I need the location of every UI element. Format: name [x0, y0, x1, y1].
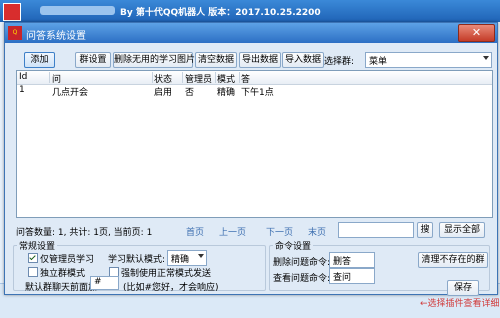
- qa-table[interactable]: Id 问 状态 管理员 模式 答 1 几点开会 启用 否 精确 下午1点: [16, 70, 493, 218]
- command-settings-title: 命令设置: [273, 239, 314, 252]
- independent-group-label: 独立群模式: [40, 269, 86, 279]
- col-header-answer[interactable]: 答: [239, 72, 491, 85]
- cell-status: 启用: [154, 88, 173, 98]
- view-command-input[interactable]: 查问: [329, 268, 375, 284]
- first-page-link[interactable]: 首页: [186, 225, 204, 238]
- delete-command-label: 删除问题命令:: [273, 258, 331, 268]
- prev-page-link[interactable]: 上一页: [219, 225, 246, 238]
- cell-answer: 下午1点: [241, 88, 274, 98]
- group-settings-button[interactable]: 群设置: [75, 52, 111, 68]
- main-title-bar: By 第十代QQ机器人 版本：2017.10.25.2200: [0, 0, 500, 22]
- view-command-label: 查看问题命令:: [273, 274, 331, 284]
- prefix-input[interactable]: #: [90, 276, 119, 290]
- col-header-admin[interactable]: 管理员: [183, 72, 216, 85]
- clear-data-button[interactable]: 清空数据: [195, 52, 237, 68]
- export-data-button[interactable]: 导出数据: [239, 52, 281, 68]
- cell-mode: 精确: [217, 88, 236, 98]
- last-page-link[interactable]: 末页: [308, 225, 326, 238]
- chevron-down-icon: [198, 254, 204, 258]
- admin-only-checkbox[interactable]: [28, 253, 38, 263]
- search-input[interactable]: [338, 222, 414, 238]
- learn-mode-label: 学习默认模式:: [108, 255, 166, 265]
- import-data-button[interactable]: 导入数据: [282, 52, 324, 68]
- blurred-account: [40, 6, 115, 15]
- dialog-title: 问答系统设置: [26, 31, 86, 42]
- save-button[interactable]: 保存: [447, 280, 479, 296]
- table-header: Id 问 状态 管理员 模式 答: [17, 71, 492, 85]
- add-button[interactable]: 添加: [24, 52, 55, 68]
- learn-mode-select[interactable]: 精确: [167, 250, 207, 266]
- delete-unused-images-button[interactable]: 删除无用的学习图片: [113, 52, 195, 68]
- search-button[interactable]: 搜: [417, 222, 433, 238]
- learn-mode-value: 精确: [171, 255, 190, 265]
- dialog-app-icon: Q: [8, 26, 22, 40]
- group-select[interactable]: 菜单: [365, 52, 492, 68]
- prefix-value: #: [94, 277, 102, 287]
- independent-group-checkbox[interactable]: [28, 267, 38, 277]
- select-group-label: 选择群:: [324, 57, 355, 67]
- group-select-value: 菜单: [369, 57, 388, 67]
- col-header-status[interactable]: 状态: [152, 72, 183, 85]
- chevron-down-icon: [483, 56, 489, 60]
- app-logo-icon: [3, 3, 21, 21]
- admin-only-label: 仅管理员学习: [40, 255, 95, 265]
- delete-command-value: 删答: [333, 257, 352, 267]
- show-all-button[interactable]: 显示全部: [439, 222, 485, 238]
- view-command-value: 查问: [333, 273, 352, 283]
- clean-groups-button[interactable]: 清理不存在的群: [418, 252, 488, 268]
- qa-summary: 问答数量: 1, 共计: 1页, 当前页: 1: [16, 228, 153, 238]
- cell-id: 1: [19, 85, 25, 95]
- close-button[interactable]: ✕: [458, 24, 495, 42]
- col-header-mode[interactable]: 模式: [215, 72, 240, 85]
- prefix-hint: (比如#您好，才会响应): [123, 283, 219, 293]
- cell-question: 几点开会: [52, 88, 89, 98]
- cell-admin: 否: [185, 88, 195, 98]
- col-header-id[interactable]: Id: [17, 72, 50, 83]
- next-page-link[interactable]: 下一页: [266, 225, 293, 238]
- dialog-title-bar[interactable]: Q 问答系统设置 ✕: [5, 23, 497, 43]
- col-header-question[interactable]: 问: [50, 72, 153, 85]
- main-window-title: By 第十代QQ机器人 版本：2017.10.25.2200: [120, 8, 321, 18]
- qa-settings-dialog: Q 问答系统设置 ✕ 添加 群设置 删除无用的学习图片 清空数据 导出数据 导入…: [4, 22, 498, 296]
- delete-command-input[interactable]: 删答: [329, 252, 375, 268]
- prefix-label: 默认群聊天前面加: [25, 283, 98, 293]
- general-settings-title: 常规设置: [17, 239, 58, 252]
- footer-hint: ←选择插件查看详细: [420, 299, 500, 309]
- force-normal-label: 强制使用正常模式发送: [121, 269, 212, 279]
- table-row[interactable]: 1 几点开会 启用 否 精确 下午1点: [17, 85, 492, 98]
